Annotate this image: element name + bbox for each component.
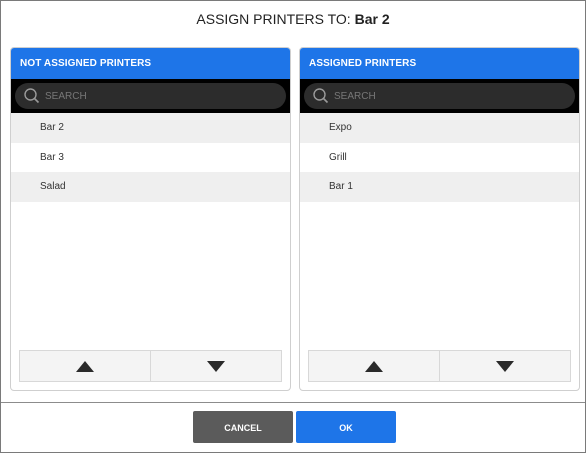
printer-list: Expo Grill Bar 1 (300, 113, 579, 202)
dialog-title: ASSIGN PRINTERS TO: Bar 2 (1, 11, 585, 27)
printer-list: Bar 2 Bar 3 Salad (11, 113, 290, 202)
footer-divider (1, 402, 585, 403)
move-down-button[interactable] (440, 351, 570, 381)
ok-button[interactable]: OK (296, 411, 396, 443)
triangle-up-icon (365, 360, 383, 372)
search-input[interactable] (332, 89, 536, 103)
move-up-button[interactable] (20, 351, 151, 381)
cancel-button[interactable]: CANCEL (193, 411, 293, 443)
search-input[interactable] (43, 89, 247, 103)
list-item[interactable]: Expo (300, 113, 579, 143)
search-bar (300, 79, 579, 113)
list-item[interactable]: Grill (300, 142, 579, 172)
reorder-controls (308, 350, 571, 382)
move-down-button[interactable] (151, 351, 281, 381)
list-item[interactable]: Bar 1 (300, 172, 579, 202)
search-icon (312, 87, 330, 105)
assign-printers-dialog: ASSIGN PRINTERS TO: Bar 2 NOT ASSIGNED P… (0, 0, 586, 453)
reorder-controls (19, 350, 282, 382)
triangle-down-icon (496, 360, 514, 372)
search-field[interactable] (304, 83, 575, 109)
panel-header: NOT ASSIGNED PRINTERS (11, 48, 290, 79)
search-icon (23, 87, 41, 105)
list-item[interactable]: Bar 3 (11, 142, 290, 172)
triangle-down-icon (207, 360, 225, 372)
dialog-title-prefix: ASSIGN PRINTERS TO: (196, 11, 355, 27)
search-bar (11, 79, 290, 113)
not-assigned-printers-panel: NOT ASSIGNED PRINTERS Bar 2 Bar 3 Salad (10, 47, 291, 391)
move-up-button[interactable] (309, 351, 440, 381)
search-field[interactable] (15, 83, 286, 109)
dialog-title-target: Bar 2 (354, 11, 390, 27)
panel-header: ASSIGNED PRINTERS (300, 48, 579, 79)
list-item[interactable]: Salad (11, 172, 290, 202)
list-item[interactable]: Bar 2 (11, 113, 290, 143)
triangle-up-icon (76, 360, 94, 372)
assigned-printers-panel: ASSIGNED PRINTERS Expo Grill Bar 1 (299, 47, 580, 391)
